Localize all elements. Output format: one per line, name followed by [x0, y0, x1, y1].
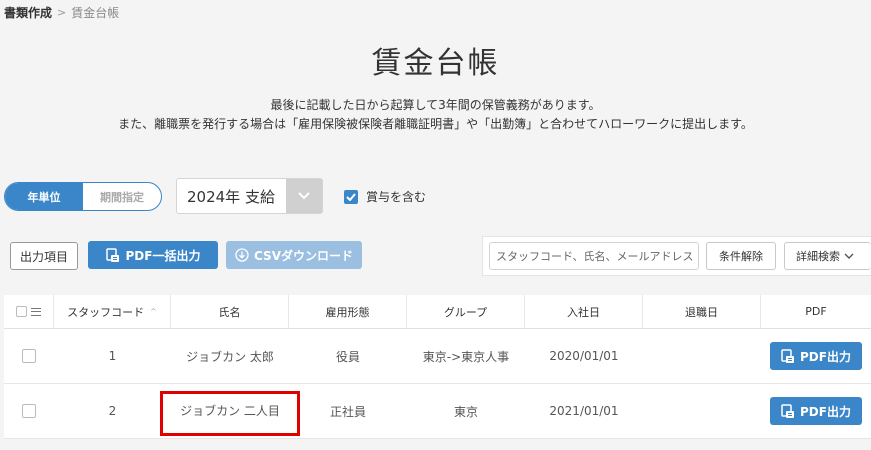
clear-conditions-button[interactable]: 条件解除 — [706, 242, 776, 270]
pdf-output-button[interactable]: PDF出力 — [770, 342, 862, 370]
search-input[interactable] — [489, 242, 699, 270]
header-employment-type: 雇用形態 — [289, 295, 407, 328]
period-toggle: 年単位 期間指定 — [4, 182, 162, 211]
breadcrumb-separator: > — [57, 6, 67, 19]
cell-name[interactable]: ジョブカン 太郎 — [171, 329, 289, 383]
pdf-icon — [781, 403, 795, 418]
cell-employment-type: 役員 — [335, 349, 360, 364]
cell-employment-type: 正社員 — [329, 404, 366, 419]
pdf-bulk-output-label: PDF一括出力 — [125, 248, 201, 263]
pdf-bulk-output-button[interactable]: PDF一括出力 — [88, 241, 218, 269]
header-staff-code[interactable]: スタッフコード ^ — [54, 295, 171, 328]
chevron-down-icon — [298, 192, 310, 200]
table-row: 1 ジョブカン 太郎 役員 東京->東京人事 2020/01/01 PDF出力 — [4, 329, 871, 384]
header-leave-date: 退職日 — [643, 295, 761, 328]
detail-search-button[interactable]: 詳細検索 — [784, 242, 871, 270]
breadcrumb-parent-link[interactable]: 書類作成 — [4, 4, 52, 21]
breadcrumb-current: 賃金台帳 — [71, 6, 120, 20]
cell-group: 東京->東京人事 — [422, 349, 510, 364]
year-select-arrow[interactable] — [286, 179, 322, 213]
cell-leave-date — [643, 384, 761, 438]
description-line-1: 最後に記載した日から起算して3年間の保管義務があります。 — [270, 98, 601, 112]
header-group: グループ — [407, 295, 525, 328]
header-name: 氏名 — [171, 295, 289, 328]
toggle-period[interactable]: 期間指定 — [83, 183, 161, 210]
cell-staff-code: 1 — [108, 349, 117, 363]
cell-staff-code: 2 — [108, 404, 117, 418]
detail-search-label: 詳細検索 — [796, 250, 840, 263]
list-icon[interactable] — [31, 307, 41, 316]
header-select-all[interactable] — [4, 295, 54, 328]
csv-download-label: CSVダウンロード — [254, 248, 353, 263]
table-row: 2 ジョブカン 二人目 正社員 東京 2021/01/01 PDF出力 — [4, 384, 871, 439]
year-select[interactable]: 2024年 支給 — [176, 178, 323, 214]
row-checkbox[interactable] — [22, 349, 36, 363]
bonus-checkbox-group[interactable]: 賞与を含む — [344, 188, 426, 205]
cell-hire-date: 2021/01/01 — [549, 404, 619, 418]
cell-name[interactable]: ジョブカン 二人目 — [171, 384, 289, 438]
breadcrumb: 書類作成 > 賃金台帳 — [4, 4, 119, 21]
pdf-icon — [105, 247, 119, 262]
select-all-checkbox[interactable] — [16, 306, 27, 317]
description-line-2: また、離職票を発行する場合は「雇用保険被保険者離職証明書」や「出勤簿」と合わせて… — [118, 117, 753, 131]
output-items-button[interactable]: 出力項目 — [10, 242, 78, 270]
year-select-value: 2024年 支給 — [187, 187, 275, 206]
cell-leave-date — [643, 329, 761, 383]
row-checkbox[interactable] — [22, 404, 36, 418]
pdf-output-button[interactable]: PDF出力 — [770, 397, 862, 425]
toggle-yearly[interactable]: 年単位 — [5, 183, 83, 210]
cell-group: 東京 — [453, 404, 478, 419]
page-title: 賃金台帳 — [371, 46, 500, 81]
download-circle-icon — [235, 248, 249, 262]
table-header: スタッフコード ^ 氏名 雇用形態 グループ 入社日 退職日 PDF — [4, 295, 871, 329]
bonus-checkbox[interactable] — [344, 189, 358, 204]
chevron-down-icon — [844, 253, 854, 259]
cell-hire-date: 2020/01/01 — [549, 349, 619, 363]
checkmark-icon — [346, 192, 356, 201]
header-hire-date: 入社日 — [525, 295, 643, 328]
pdf-icon — [781, 348, 795, 363]
csv-download-button[interactable]: CSVダウンロード — [226, 241, 362, 269]
staff-table: スタッフコード ^ 氏名 雇用形態 グループ 入社日 退職日 PDF 1 ジョブ… — [4, 295, 871, 439]
sort-caret-icon: ^ — [150, 307, 157, 316]
bonus-checkbox-label: 賞与を含む — [366, 190, 427, 204]
header-pdf: PDF — [805, 305, 827, 318]
